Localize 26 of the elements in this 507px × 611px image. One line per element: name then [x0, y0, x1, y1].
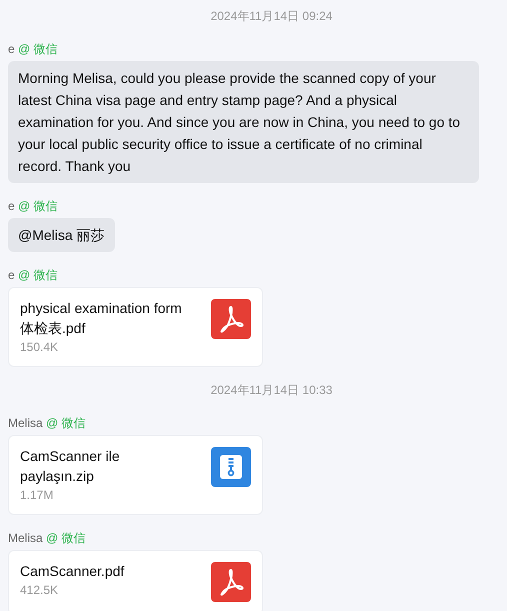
file-size: 412.5K	[20, 583, 60, 597]
sender-name: Melisa	[8, 416, 43, 430]
file-name: CamScanner.pdf	[20, 562, 126, 581]
sender-name: e	[8, 199, 15, 213]
zip-file-icon	[211, 447, 251, 487]
file-name: CamScanner ile paylaşın.zip	[20, 447, 121, 486]
sender-name: e	[8, 268, 15, 282]
sender-name: Melisa	[8, 531, 43, 545]
message-bubble: Morning Melisa, could you please provide the scanned copy of your latest China visa page and entry stamp page? And a physical examination for you. And since you are now in China, you need to go to your local public security office to issue a certificate of no criminal record. Thank you	[8, 61, 479, 183]
pdf-file-icon	[211, 299, 251, 339]
file-card[interactable]: CamScanner ile paylaşın.zip 1.17M	[8, 435, 263, 515]
file-size: 150.4K	[20, 340, 60, 354]
pdf-file-icon	[211, 562, 251, 602]
sender-name: e	[8, 42, 15, 56]
timestamp: 2024年11月14日 09:24	[210, 9, 332, 23]
source-label: @ 微信	[46, 531, 86, 545]
source-label: @ 微信	[18, 199, 58, 213]
file-card[interactable]: CamScanner.pdf 412.5K	[8, 550, 263, 611]
source-label: @ 微信	[18, 268, 58, 282]
timestamp: 2024年11月14日 10:33	[210, 383, 332, 397]
file-name: physical examination form 体检表.pdf	[20, 299, 183, 338]
file-size: 1.17M	[20, 488, 54, 502]
file-card[interactable]: physical examination form 体检表.pdf 150.4K	[8, 287, 263, 367]
source-label: @ 微信	[46, 416, 86, 430]
message-bubble: @Melisa 丽莎	[8, 218, 115, 252]
source-label: @ 微信	[18, 42, 58, 56]
